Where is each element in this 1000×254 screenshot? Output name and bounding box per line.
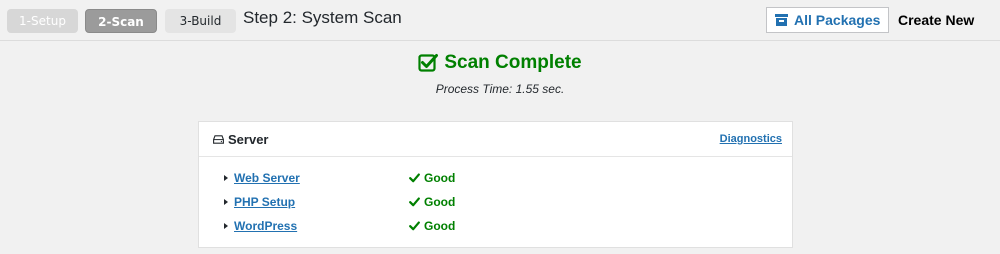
caret-right-icon[interactable] — [224, 199, 228, 205]
scan-complete-title: Scan Complete — [444, 52, 582, 73]
page-title: Step 2: System Scan — [243, 8, 402, 27]
check-icon — [409, 221, 420, 231]
list-item: Web Server Good — [199, 171, 792, 195]
web-server-link[interactable]: Web Server — [234, 171, 300, 185]
step-build-button[interactable]: 3-Build — [165, 9, 236, 33]
server-panel-header: Server Diagnostics — [199, 122, 792, 157]
status-label: Good — [424, 195, 456, 209]
diagnostics-link[interactable]: Diagnostics — [720, 133, 782, 145]
caret-right-icon[interactable] — [224, 223, 228, 229]
server-checks-list: Web Server Good PHP Setup Good WordPress — [199, 171, 792, 243]
all-packages-label: All Packages — [794, 12, 881, 28]
list-item: WordPress Good — [199, 219, 792, 243]
scan-status: Scan Complete — [0, 52, 1000, 78]
check-icon — [409, 173, 420, 183]
list-item: PHP Setup Good — [199, 195, 792, 219]
process-time: Process Time: 1.55 sec. — [435, 82, 565, 96]
status-label: Good — [424, 171, 456, 185]
all-packages-button[interactable]: All Packages — [766, 7, 889, 33]
status-badge: Good — [409, 171, 455, 185]
server-panel-title: Server — [228, 132, 269, 147]
server-icon — [213, 135, 224, 144]
checkbox-checked-icon — [418, 54, 439, 72]
php-setup-link[interactable]: PHP Setup — [234, 195, 295, 209]
status-badge: Good — [409, 219, 455, 233]
archive-icon — [775, 14, 788, 26]
status-badge: Good — [409, 195, 455, 209]
status-label: Good — [424, 219, 456, 233]
wordpress-link[interactable]: WordPress — [234, 219, 297, 233]
check-icon — [409, 197, 420, 207]
create-new-link[interactable]: Create New — [898, 12, 974, 28]
caret-right-icon[interactable] — [224, 175, 228, 181]
step-scan-button[interactable]: 2-Scan — [85, 9, 157, 33]
top-bar: 1-Setup 2-Scan 3-Build Step 2: System Sc… — [0, 0, 1000, 41]
server-panel: Server Diagnostics Web Server Good PHP S… — [198, 121, 793, 248]
step-setup-button[interactable]: 1-Setup — [7, 9, 78, 33]
